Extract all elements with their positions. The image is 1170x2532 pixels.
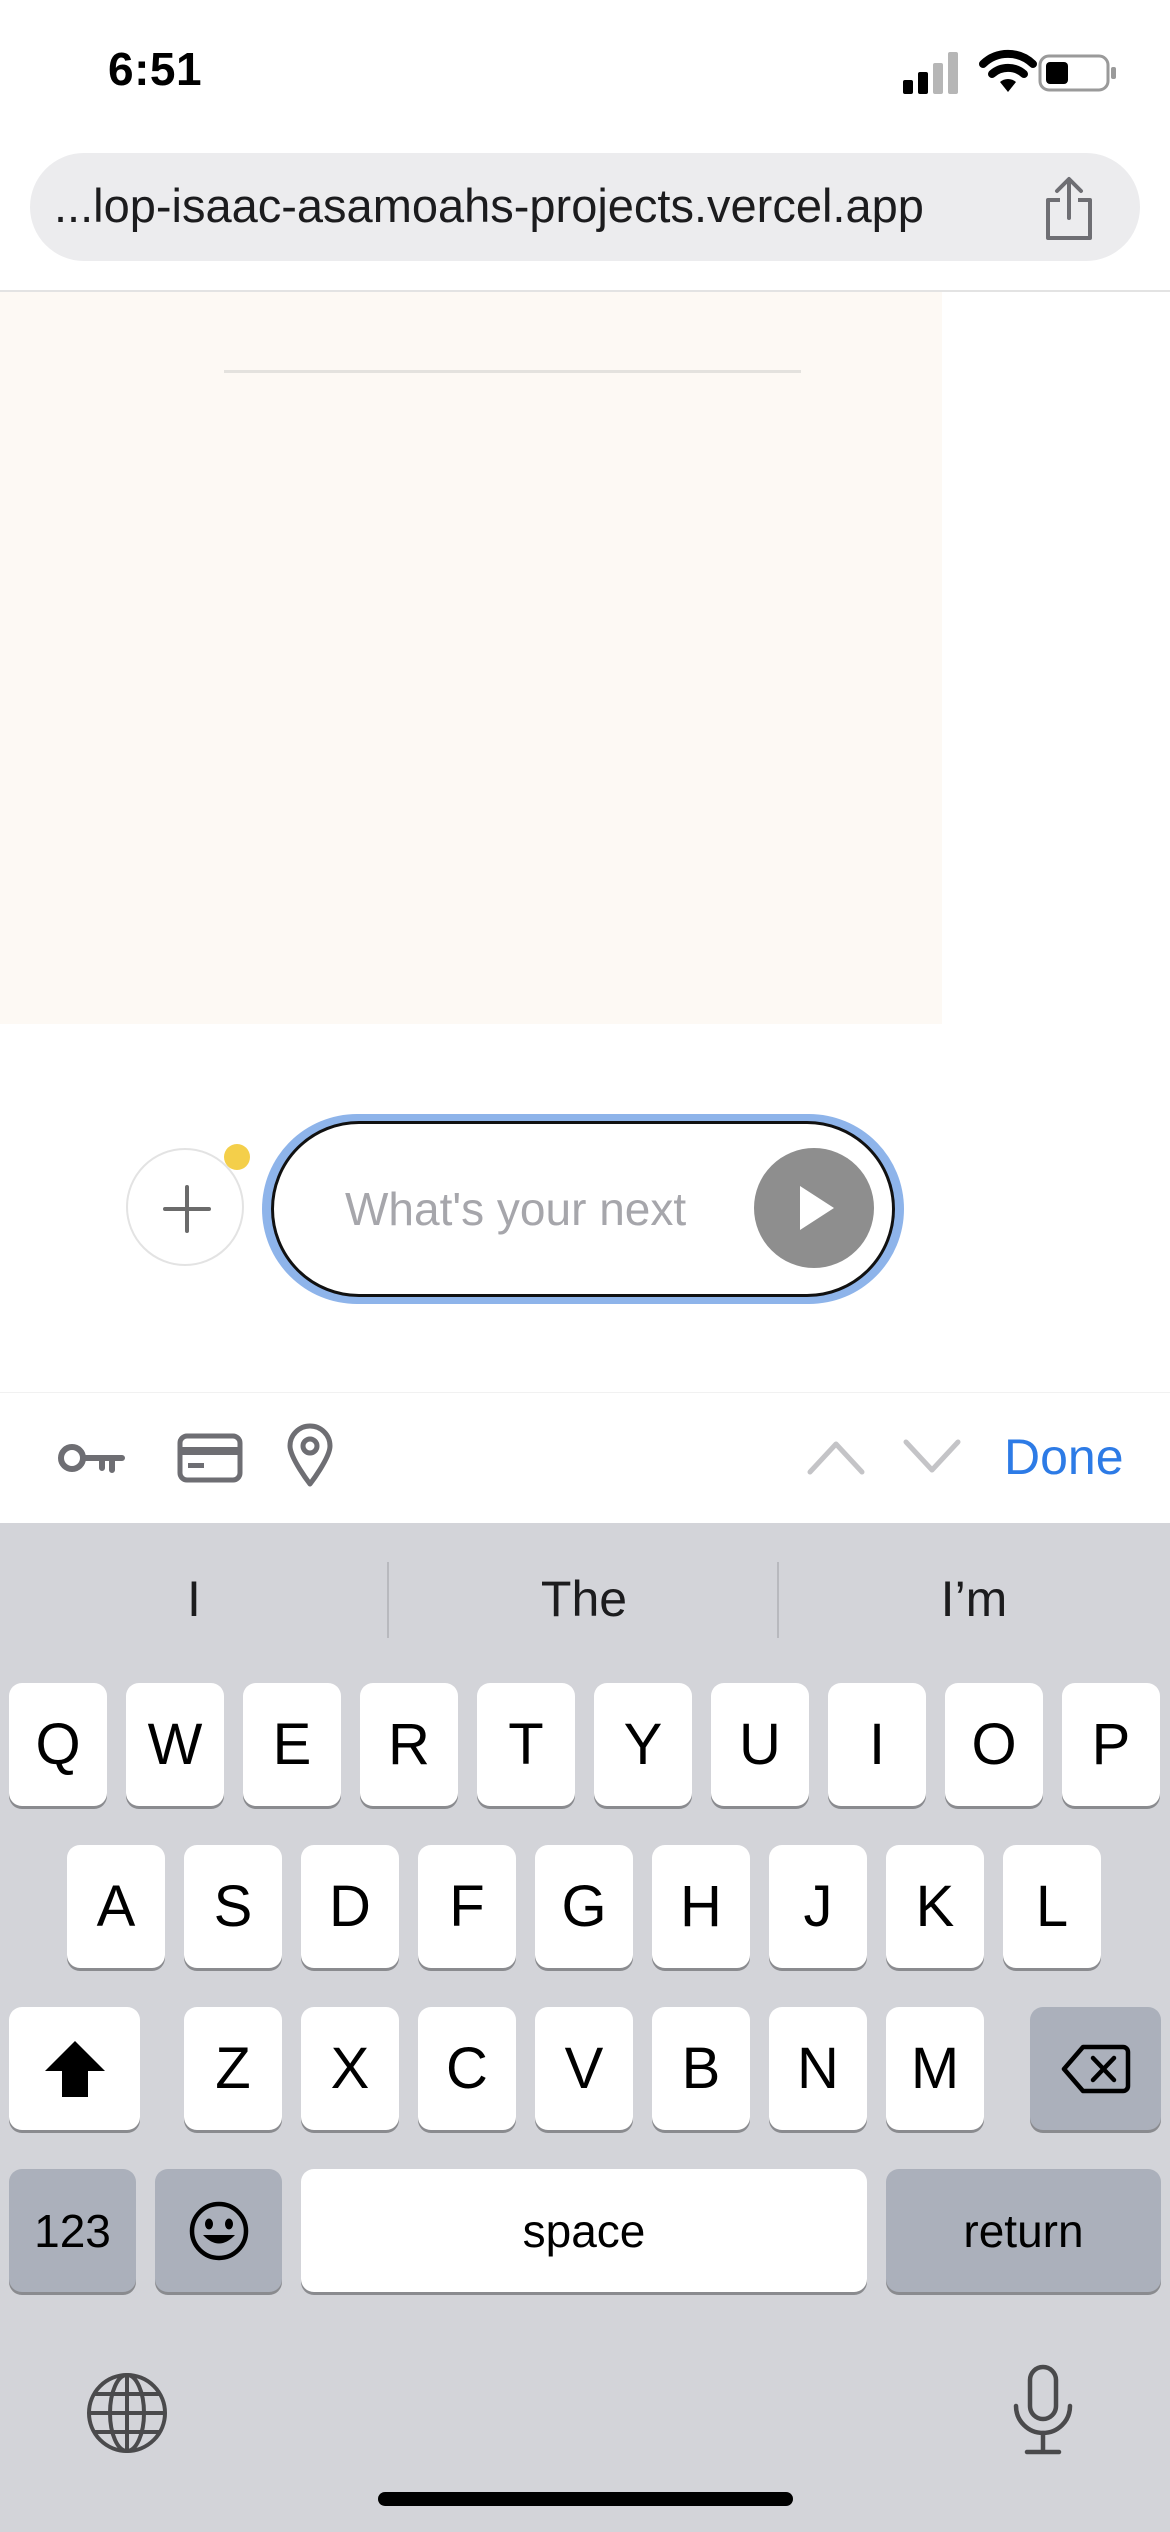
notification-dot: [224, 1144, 250, 1170]
key-p[interactable]: P: [1062, 1683, 1160, 1806]
password-key-icon[interactable]: [56, 1428, 126, 1488]
home-indicator: [378, 2492, 793, 2506]
key-w[interactable]: W: [126, 1683, 224, 1806]
globe-icon[interactable]: [84, 2370, 170, 2456]
key-h[interactable]: H: [652, 1845, 750, 1968]
plus-icon: [163, 1185, 211, 1233]
done-button[interactable]: Done: [1004, 1428, 1124, 1486]
key-i[interactable]: I: [828, 1683, 926, 1806]
key-t[interactable]: T: [477, 1683, 575, 1806]
key-k[interactable]: K: [886, 1845, 984, 1968]
numbers-key[interactable]: 123: [9, 2169, 136, 2292]
share-icon[interactable]: [1040, 176, 1098, 242]
key-r[interactable]: R: [360, 1683, 458, 1806]
shift-arrow-icon: [44, 2040, 105, 2097]
play-icon: [800, 1186, 834, 1230]
add-button[interactable]: [126, 1148, 244, 1266]
microphone-icon[interactable]: [1010, 2364, 1076, 2458]
return-key[interactable]: return: [886, 2169, 1161, 2292]
suggestion-divider: [777, 1562, 779, 1638]
key-f[interactable]: F: [418, 1845, 516, 1968]
key-l[interactable]: L: [1003, 1845, 1101, 1968]
shift-key[interactable]: [9, 2007, 140, 2130]
key-s[interactable]: S: [184, 1845, 282, 1968]
key-e[interactable]: E: [243, 1683, 341, 1806]
input-placeholder[interactable]: What's your next: [345, 1182, 730, 1236]
key-x[interactable]: X: [301, 2007, 399, 2130]
key-u[interactable]: U: [711, 1683, 809, 1806]
battery-icon: [1038, 54, 1116, 92]
cellular-signal-icon: [903, 52, 958, 94]
key-m[interactable]: M: [886, 2007, 984, 2130]
delete-key[interactable]: [1030, 2007, 1161, 2130]
key-a[interactable]: A: [67, 1845, 165, 1968]
wifi-icon: [979, 49, 1037, 92]
key-q[interactable]: Q: [9, 1683, 107, 1806]
key-b[interactable]: B: [652, 2007, 750, 2130]
content-panel: [0, 292, 942, 1024]
emoji-key[interactable]: [155, 2169, 282, 2292]
suggestion-1[interactable]: I: [0, 1570, 388, 1628]
chevron-down-icon[interactable]: [902, 1438, 962, 1476]
key-o[interactable]: O: [945, 1683, 1043, 1806]
credit-card-icon[interactable]: [176, 1428, 244, 1488]
space-key[interactable]: space: [301, 2169, 867, 2292]
key-y[interactable]: Y: [594, 1683, 692, 1806]
key-j[interactable]: J: [769, 1845, 867, 1968]
panel-divider: [224, 370, 801, 373]
suggestion-3[interactable]: I’m: [780, 1570, 1168, 1628]
emoji-icon: [189, 2201, 248, 2260]
status-time: 6:51: [108, 43, 203, 95]
url-text[interactable]: ...lop-isaac-asamoahs-projects.vercel.ap…: [54, 178, 924, 233]
key-d[interactable]: D: [301, 1845, 399, 1968]
key-n[interactable]: N: [769, 2007, 867, 2130]
chevron-up-icon[interactable]: [806, 1438, 866, 1476]
send-button[interactable]: [754, 1148, 874, 1268]
key-v[interactable]: V: [535, 2007, 633, 2130]
key-c[interactable]: C: [418, 2007, 516, 2130]
key-z[interactable]: Z: [184, 2007, 282, 2130]
backspace-icon: [1061, 2044, 1130, 2093]
location-pin-icon[interactable]: [284, 1422, 336, 1488]
suggestion-2[interactable]: The: [390, 1570, 778, 1628]
suggestion-divider: [387, 1562, 389, 1638]
key-g[interactable]: G: [535, 1845, 633, 1968]
